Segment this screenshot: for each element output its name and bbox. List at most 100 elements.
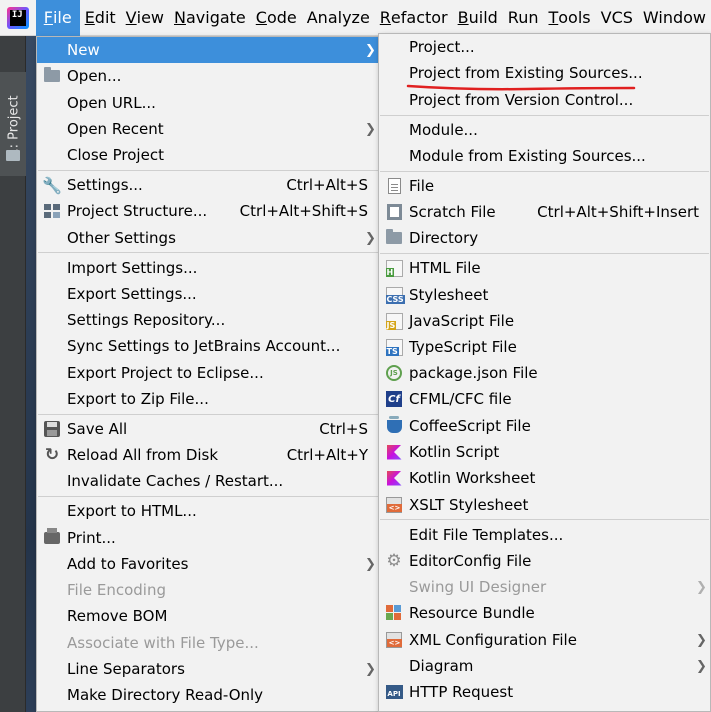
- folder-icon: [6, 150, 20, 161]
- project-structure-icon: [42, 201, 62, 221]
- menu-item-swing-ui-designer: Swing UI Designer ❯: [409, 578, 707, 596]
- menu-code[interactable]: Code: [251, 0, 302, 36]
- menu-item-export-eclipse[interactable]: Export Project to Eclipse...: [37, 360, 379, 386]
- menu-item-package-json[interactable]: JS package.json File: [379, 360, 710, 386]
- javascript-file-icon: JS: [384, 311, 404, 331]
- menu-tools[interactable]: Tools: [543, 0, 595, 36]
- menu-item-resource-bundle[interactable]: Resource Bundle: [379, 600, 710, 626]
- menu-item-associate-file-type: Associate with File Type...: [67, 634, 259, 652]
- api-icon: API: [384, 682, 404, 702]
- menu-run[interactable]: Run: [503, 0, 544, 36]
- menu-analyze[interactable]: Analyze: [302, 0, 375, 36]
- nodejs-icon: JS: [384, 363, 404, 383]
- menu-item-xslt-stylesheet[interactable]: <> XSLT Stylesheet: [379, 492, 710, 518]
- menu-item-coffeescript-file[interactable]: CoffeeScript File: [379, 413, 710, 439]
- menu-item-kotlin-script[interactable]: Kotlin Script: [379, 439, 710, 465]
- folder-open-icon: [42, 66, 62, 86]
- menu-item-import-settings[interactable]: Import Settings...: [37, 255, 379, 281]
- menu-item-stylesheet[interactable]: CSS Stylesheet: [379, 282, 710, 308]
- menu-item-open-url[interactable]: Open URL...: [37, 90, 379, 116]
- menu-refactor[interactable]: Refactor: [375, 0, 453, 36]
- menu-separator: [380, 253, 709, 254]
- menu-separator: [38, 496, 378, 497]
- project-tool-tab-label: 1: Project: [6, 95, 22, 157]
- menu-item-remove-bom[interactable]: Remove BOM: [37, 603, 379, 629]
- menu-item-typescript-file[interactable]: TS TypeScript File: [379, 334, 710, 360]
- menu-item-print[interactable]: Print...: [37, 525, 379, 551]
- menu-item-settings[interactable]: 🔧 Settings... Ctrl+Alt+S: [37, 172, 379, 198]
- chevron-right-icon: ❯: [696, 632, 707, 648]
- printer-icon: [42, 528, 62, 548]
- menu-item-editorconfig[interactable]: ⚙ EditorConfig File: [379, 548, 710, 574]
- menu-item-file[interactable]: File: [379, 173, 710, 199]
- xslt-file-icon: <>: [384, 495, 404, 515]
- save-icon: [42, 419, 62, 439]
- coffeescript-icon: [384, 415, 404, 436]
- menu-item-line-separators[interactable]: Line Separators ❯: [37, 656, 379, 682]
- menu-item-reload-disk[interactable]: ↻ Reload All from Disk Ctrl+Alt+Y: [37, 442, 379, 468]
- gear-icon: ⚙: [386, 551, 402, 571]
- menu-item-save-all[interactable]: Save All Ctrl+S: [37, 416, 379, 442]
- resource-bundle-icon: [384, 603, 404, 623]
- menu-item-file-encoding: File Encoding: [67, 581, 166, 599]
- menu-item-new[interactable]: New ❯: [37, 37, 379, 63]
- chevron-right-icon: ❯: [365, 556, 376, 572]
- menu-item-new-project[interactable]: Project...: [379, 34, 710, 60]
- xml-file-icon: <>: [384, 630, 404, 650]
- chevron-right-icon: ❯: [365, 121, 376, 137]
- menu-item-scratch-file[interactable]: Scratch File Ctrl+Alt+Shift+Insert: [379, 199, 710, 225]
- menu-vcs[interactable]: VCS: [596, 0, 638, 36]
- menu-item-close-project[interactable]: Close Project: [37, 142, 379, 168]
- menu-item-export-zip[interactable]: Export to Zip File...: [37, 386, 379, 412]
- menu-navigate[interactable]: Navigate: [169, 0, 251, 36]
- menu-item-other-settings[interactable]: Other Settings ❯: [37, 225, 379, 251]
- red-annotation-underline: [406, 84, 636, 91]
- menu-item-open-recent[interactable]: Open Recent ❯: [37, 116, 379, 142]
- menu-item-open[interactable]: Open...: [37, 63, 379, 89]
- menu-item-project-existing-sources[interactable]: Project from Existing Sources...: [379, 60, 710, 86]
- menu-item-edit-templates[interactable]: Edit File Templates...: [379, 522, 710, 548]
- reload-icon: ↻: [44, 445, 60, 465]
- menu-item-kotlin-worksheet[interactable]: Kotlin Worksheet: [379, 465, 710, 491]
- menu-separator: [380, 171, 709, 172]
- menu-item-invalidate-caches[interactable]: Invalidate Caches / Restart...: [37, 468, 379, 494]
- chevron-right-icon: ❯: [365, 230, 376, 246]
- menu-item-export-settings[interactable]: Export Settings...: [37, 281, 379, 307]
- menu-window[interactable]: Window: [638, 0, 711, 36]
- menu-build[interactable]: Build: [453, 0, 503, 36]
- chevron-right-icon: ❯: [365, 661, 376, 677]
- menu-item-make-read-only[interactable]: Make Directory Read-Only: [37, 682, 379, 708]
- menu-separator: [380, 115, 709, 116]
- menu-item-directory[interactable]: Directory: [379, 225, 710, 251]
- intellij-logo-icon: IJ: [0, 0, 36, 36]
- menu-item-javascript-file[interactable]: JS JavaScript File: [379, 308, 710, 334]
- kotlin-icon: [384, 468, 404, 488]
- menu-item-xml-config[interactable]: <> XML Configuration File ❯: [379, 627, 710, 653]
- menu-item-settings-repository[interactable]: Settings Repository...: [37, 307, 379, 333]
- chevron-right-icon: ❯: [696, 579, 707, 595]
- menu-separator: [38, 170, 378, 171]
- menubar: IJ File Edit View Navigate Code Analyze …: [0, 0, 711, 36]
- wrench-icon: 🔧: [42, 175, 62, 195]
- cfml-file-icon: Cf: [384, 389, 404, 409]
- menu-item-project-structure[interactable]: Project Structure... Ctrl+Alt+Shift+S: [37, 198, 379, 224]
- menu-item-cfml-file[interactable]: Cf CFML/CFC file: [379, 386, 710, 412]
- scratch-file-icon: [384, 202, 404, 222]
- menu-view[interactable]: View: [121, 0, 169, 36]
- menu-separator: [380, 519, 709, 520]
- menu-item-export-html[interactable]: Export to HTML...: [37, 498, 379, 524]
- menu-item-http-request[interactable]: API HTTP Request: [379, 679, 710, 705]
- menu-edit[interactable]: Edit: [80, 0, 121, 36]
- menu-item-html-file[interactable]: H HTML File: [379, 255, 710, 281]
- menu-item-module-existing-sources[interactable]: Module from Existing Sources...: [379, 143, 710, 169]
- menu-file[interactable]: File: [35, 0, 80, 36]
- menu-separator: [38, 252, 378, 253]
- menu-item-module[interactable]: Module...: [379, 117, 710, 143]
- html-file-icon: H: [384, 258, 404, 278]
- menu-separator: [38, 414, 378, 415]
- css-file-icon: CSS: [384, 285, 405, 305]
- typescript-file-icon: TS: [384, 337, 404, 357]
- menu-item-add-favorites[interactable]: Add to Favorites ❯: [37, 551, 379, 577]
- menu-item-diagram[interactable]: Diagram ❯: [379, 653, 710, 679]
- menu-item-sync-settings[interactable]: Sync Settings to JetBrains Account...: [37, 333, 379, 359]
